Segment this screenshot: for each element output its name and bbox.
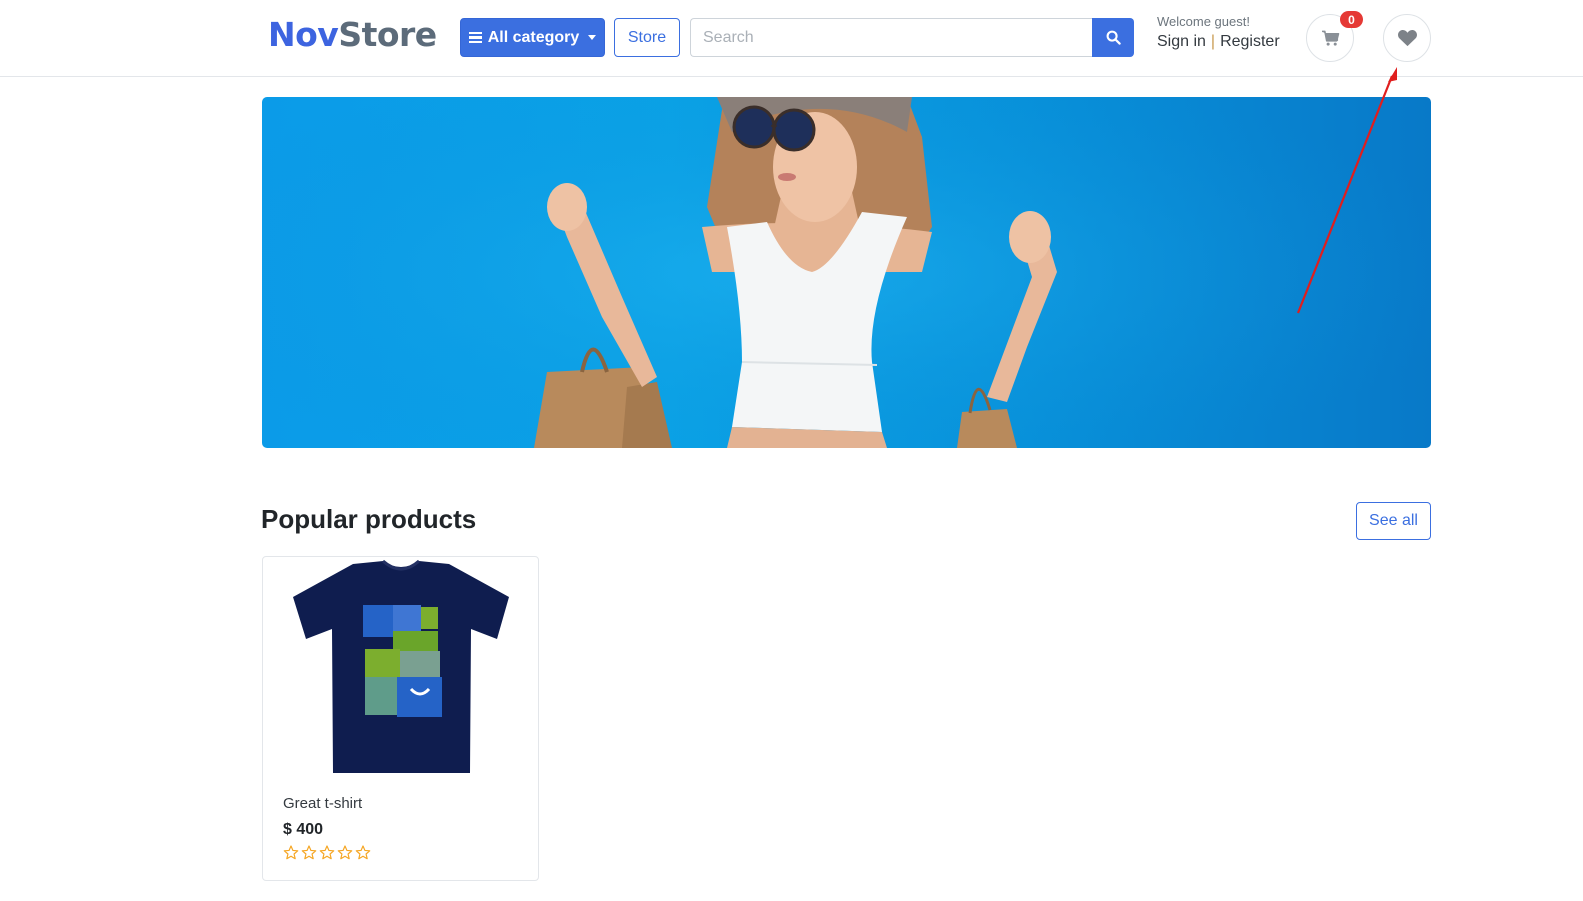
star-outline-icon (355, 845, 371, 860)
product-rating (283, 845, 371, 860)
product-card[interactable]: Great t-shirt $ 400 (262, 556, 539, 881)
star-outline-icon (283, 845, 299, 860)
product-price: $ 400 (283, 821, 324, 838)
cart-icon (1321, 30, 1339, 46)
banner-image (262, 97, 1431, 448)
auth-separator: | (1210, 33, 1216, 50)
welcome-text: Welcome guest! (1157, 14, 1250, 29)
star-outline-icon (301, 845, 317, 860)
store-button[interactable]: Store (614, 18, 680, 57)
hero-banner (262, 97, 1431, 448)
logo-part-nov: Nov (268, 15, 339, 54)
bars-icon (468, 31, 482, 44)
all-category-button[interactable]: All category (460, 18, 605, 57)
all-category-label: All category (487, 28, 580, 46)
star-outline-icon (319, 845, 335, 860)
star-outline-icon (337, 845, 353, 860)
product-image (293, 559, 509, 773)
wishlist-button[interactable] (1383, 14, 1431, 62)
caret-down-icon (588, 35, 597, 40)
search-input[interactable] (690, 18, 1093, 57)
register-link[interactable]: Register (1220, 32, 1280, 52)
search-button[interactable] (1092, 18, 1134, 57)
see-all-button[interactable]: See all (1356, 502, 1431, 540)
search-icon (1106, 30, 1121, 45)
logo-part-store: Store (338, 15, 437, 54)
product-name[interactable]: Great t-shirt (283, 795, 362, 813)
site-logo[interactable]: NovStore (268, 15, 437, 55)
popular-products-title: Popular products (261, 504, 477, 534)
site-header: NovStore All category Store Welcome gues… (0, 0, 1583, 77)
sign-in-link[interactable]: Sign in (1157, 32, 1206, 52)
auth-links: Sign in | Register (1157, 32, 1280, 52)
heart-icon (1397, 29, 1417, 47)
cart-count-badge: 0 (1340, 11, 1363, 28)
